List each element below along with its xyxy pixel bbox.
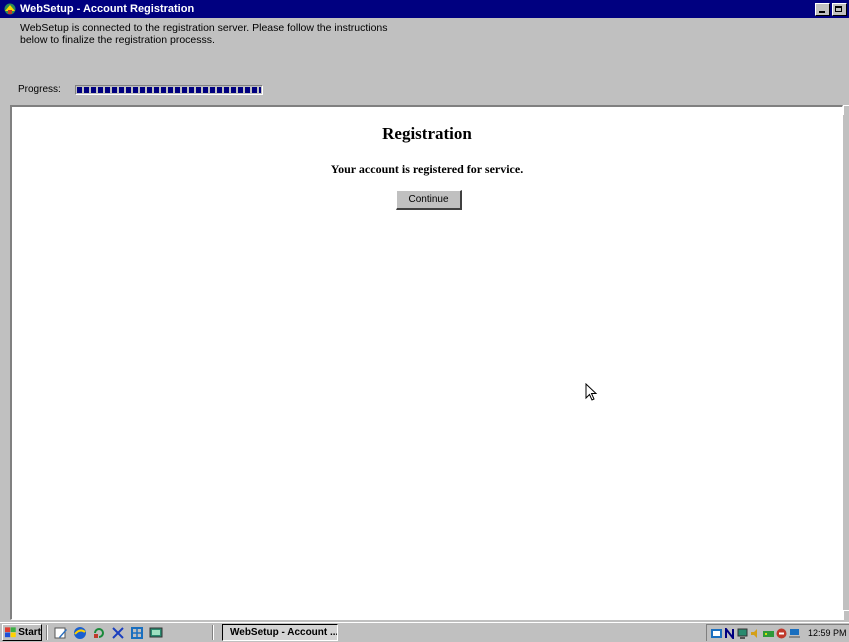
- progress-bar: [74, 84, 263, 95]
- websetup-app-icon[interactable]: [3, 2, 17, 16]
- registration-status-message: Your account is registered for service.: [330, 162, 524, 176]
- taskbar-divider: [212, 625, 214, 640]
- taskbar-divider: [46, 625, 48, 640]
- computer-tray-icon[interactable]: [789, 628, 800, 639]
- progress-row: Progress:: [18, 84, 263, 95]
- windows-flag-icon: [5, 627, 16, 638]
- minimize-button[interactable]: [815, 2, 830, 16]
- n-tray-icon[interactable]: [724, 627, 735, 639]
- display-tray-icon[interactable]: [737, 628, 748, 639]
- content-pane: Registration Your account is registered …: [10, 105, 843, 620]
- start-label: Start: [18, 627, 41, 638]
- taskbar: Start WebSetup - Account ... 12:59 PM: [0, 622, 849, 642]
- mouse-cursor-icon: [585, 383, 598, 401]
- vertical-scrollbar[interactable]: [843, 105, 849, 620]
- progress-fill: [76, 86, 261, 93]
- instructions-line-1: WebSetup is connected to the registratio…: [20, 22, 388, 34]
- continue-button[interactable]: Continue: [396, 190, 462, 210]
- instructions-line-2: below to finalize the registration proce…: [20, 34, 215, 46]
- browser-icon[interactable]: [73, 626, 87, 640]
- network-tray-icon[interactable]: [711, 628, 722, 639]
- network-icon[interactable]: [130, 626, 144, 640]
- speaker-tray-icon[interactable]: [750, 628, 761, 639]
- antivirus-tray-icon[interactable]: [776, 628, 787, 639]
- title-bar: WebSetup - Account Registration: [0, 0, 849, 18]
- task-label: WebSetup - Account ...: [230, 627, 338, 638]
- start-button[interactable]: Start: [2, 624, 42, 641]
- page-heading: Registration: [382, 124, 472, 143]
- progress-label: Progress:: [18, 84, 61, 95]
- instructions-text: WebSetup is connected to the registratio…: [20, 22, 540, 46]
- window-title: WebSetup - Account Registration: [20, 3, 195, 15]
- scroll-down-arrow[interactable]: [843, 610, 849, 620]
- clock[interactable]: 12:59 PM: [808, 628, 847, 638]
- taskbar-task-websetup[interactable]: WebSetup - Account ...: [222, 624, 338, 641]
- refresh-icon[interactable]: [92, 626, 106, 640]
- system-tray: 12:59 PM: [706, 624, 849, 641]
- monitor-icon[interactable]: [149, 626, 163, 640]
- edit-icon[interactable]: [54, 626, 68, 640]
- pen-icon[interactable]: [111, 626, 125, 640]
- modem-tray-icon[interactable]: [763, 628, 774, 639]
- maximize-button[interactable]: [832, 2, 847, 16]
- scroll-up-arrow[interactable]: [843, 105, 849, 115]
